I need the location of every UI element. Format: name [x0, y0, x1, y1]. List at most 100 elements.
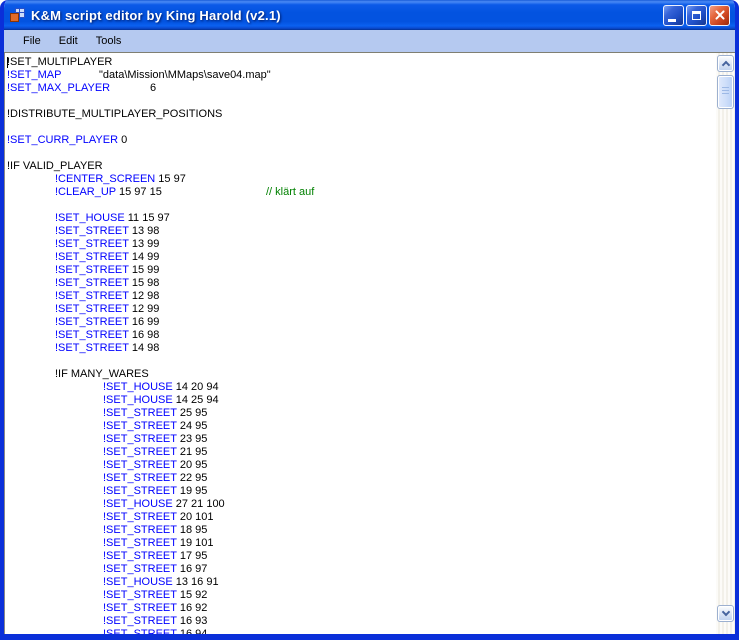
code-line — [7, 147, 716, 160]
form-pane-orange-icon — [10, 13, 19, 22]
code-segment-command: !SET_STREET — [103, 446, 177, 458]
code-segment-command: !SET_STREET — [103, 433, 177, 445]
code-segment-command: !SET_HOUSE — [103, 498, 173, 510]
code-segment-text: 14 25 94 — [173, 394, 219, 406]
code-segment-text: 16 94 — [177, 628, 208, 634]
code-line: !CENTER_SCREEN 15 97 — [7, 173, 716, 186]
code-line: !DISTRIBUTE_MULTIPLAYER_POSITIONS — [7, 108, 716, 121]
code-segment-text: 15 92 — [177, 589, 208, 601]
menu-item-edit[interactable]: Edit — [52, 32, 85, 50]
code-segment-text: 16 93 — [177, 615, 208, 627]
code-line — [7, 199, 716, 212]
code-line: !SET_STREET 16 94 — [7, 628, 716, 634]
window-controls — [663, 5, 730, 26]
code-segment-command: !SET_HOUSE — [103, 381, 173, 393]
code-segment-text: 13 99 — [129, 238, 160, 250]
code-line: !SET_STREET 23 95 — [7, 433, 716, 446]
code-line: !SET_MULTIPLAYER — [7, 56, 716, 69]
code-segment-command: !SET_STREET — [103, 602, 177, 614]
code-segment-text: !DISTRIBUTE_MULTIPLAYER_POSITIONS — [7, 108, 222, 120]
code-segment-text: "data\Mission\MMaps\save04.map" — [99, 69, 271, 82]
code-segment-text: 16 92 — [177, 602, 208, 614]
code-line: !SET_STREET 16 92 — [7, 602, 716, 615]
code-segment-command: !SET_CURR_PLAYER — [7, 134, 118, 146]
code-segment-command: !SET_HOUSE — [103, 576, 173, 588]
code-segment-text: 14 20 94 — [173, 381, 219, 393]
code-segment-text: 25 95 — [177, 407, 208, 419]
code-segment-command: !SET_HOUSE — [103, 394, 173, 406]
code-segment-text: 0 — [118, 134, 127, 146]
code-segment-command: !SET_STREET — [103, 550, 177, 562]
code-segment-command: !SET_STREET — [103, 472, 177, 484]
text-caret — [7, 57, 8, 68]
code-segment-text: !IF MANY_WARES — [55, 368, 149, 380]
code-segment-text: 14 98 — [129, 342, 160, 354]
code-segment-command: !SET_STREET — [103, 511, 177, 523]
code-segment-text: 12 98 — [129, 290, 160, 302]
scroll-down-button[interactable] — [717, 605, 734, 622]
code-line: !SET_MAX_PLAYER 6 — [7, 82, 716, 95]
code-segment-command: !SET_STREET — [55, 277, 129, 289]
code-line — [7, 95, 716, 108]
code-segment-command: !SET_STREET — [103, 459, 177, 471]
menu-item-tools[interactable]: Tools — [89, 32, 129, 50]
code-segment-command: !SET_STREET — [103, 589, 177, 601]
code-segment-command: !SET_STREET — [103, 407, 177, 419]
code-segment-text: 15 99 — [129, 264, 160, 276]
code-line: !SET_STREET 19 95 — [7, 485, 716, 498]
code-line: !SET_STREET 14 98 — [7, 342, 716, 355]
scroll-up-button[interactable] — [717, 55, 734, 72]
code-segment-text: 16 97 — [177, 563, 208, 575]
code-segment-text: 14 99 — [129, 251, 160, 263]
code-segment-command: !SET_STREET — [55, 264, 129, 276]
chevron-down-icon — [721, 608, 729, 616]
code-segment-text: 16 99 — [129, 316, 160, 328]
code-line: !IF VALID_PLAYER — [7, 160, 716, 173]
code-segment-command: !SET_STREET — [103, 537, 177, 549]
maximize-icon — [692, 11, 701, 20]
code-segment-command: !SET_STREET — [103, 628, 177, 634]
code-line: !SET_STREET 16 98 — [7, 329, 716, 342]
code-line: !SET_CURR_PLAYER 0 — [7, 134, 716, 147]
scrollbar-thumb[interactable] — [717, 75, 734, 109]
titlebar[interactable]: K&M script editor by King Harold (v2.1) — [4, 0, 735, 30]
code-line: !SET_STREET 15 92 — [7, 589, 716, 602]
code-segment-command: !SET_STREET — [103, 420, 177, 432]
code-segment-command: !SET_MAX_PLAYER — [7, 82, 110, 94]
vertical-scrollbar[interactable] — [716, 53, 735, 634]
code-segment-text: 6 — [150, 82, 156, 95]
code-segment-text: 20 95 — [177, 459, 208, 471]
menu-item-file[interactable]: File — [16, 32, 48, 50]
code-segment-text: 11 15 97 — [125, 212, 170, 224]
minimize-icon — [668, 19, 676, 22]
code-segment-command: !SET_STREET — [55, 329, 129, 341]
code-segment-text: 15 97 15 — [116, 186, 162, 198]
code-segment-command: !SET_STREET — [55, 290, 129, 302]
code-segment-text: 12 99 — [129, 303, 160, 315]
code-segment-text: 23 95 — [177, 433, 208, 445]
maximize-button[interactable] — [686, 5, 707, 26]
code-line: !SET_STREET 19 101 — [7, 537, 716, 550]
chevron-up-icon — [721, 61, 729, 69]
code-segment-command: !SET_STREET — [55, 238, 129, 250]
code-line — [7, 355, 716, 368]
code-line: !SET_HOUSE 14 20 94 — [7, 381, 716, 394]
app-icon — [9, 7, 25, 23]
minimize-button[interactable] — [663, 5, 684, 26]
code-segment-command: !CLEAR_UP — [55, 186, 116, 198]
code-line: !SET_STREET 12 98 — [7, 290, 716, 303]
script-editor[interactable]: !SET_MULTIPLAYER!SET_MAP"data\Mission\MM… — [5, 53, 716, 634]
menubar: FileEditTools — [4, 30, 735, 53]
code-segment-command: !SET_HOUSE — [55, 212, 125, 224]
code-line: !SET_STREET 25 95 — [7, 407, 716, 420]
code-line: !SET_STREET 13 99 — [7, 238, 716, 251]
code-line: !CLEAR_UP 15 97 15// klärt auf — [7, 186, 716, 199]
code-segment-text: 15 97 — [155, 173, 186, 185]
code-segment-command: !SET_STREET — [55, 316, 129, 328]
close-button[interactable] — [709, 5, 730, 26]
code-segment-command: !SET_STREET — [55, 303, 129, 315]
code-line: !SET_STREET 14 99 — [7, 251, 716, 264]
code-segment-text: 13 98 — [129, 225, 160, 237]
code-line: !SET_HOUSE 11 15 97 — [7, 212, 716, 225]
code-segment-command: !SET_STREET — [55, 225, 129, 237]
